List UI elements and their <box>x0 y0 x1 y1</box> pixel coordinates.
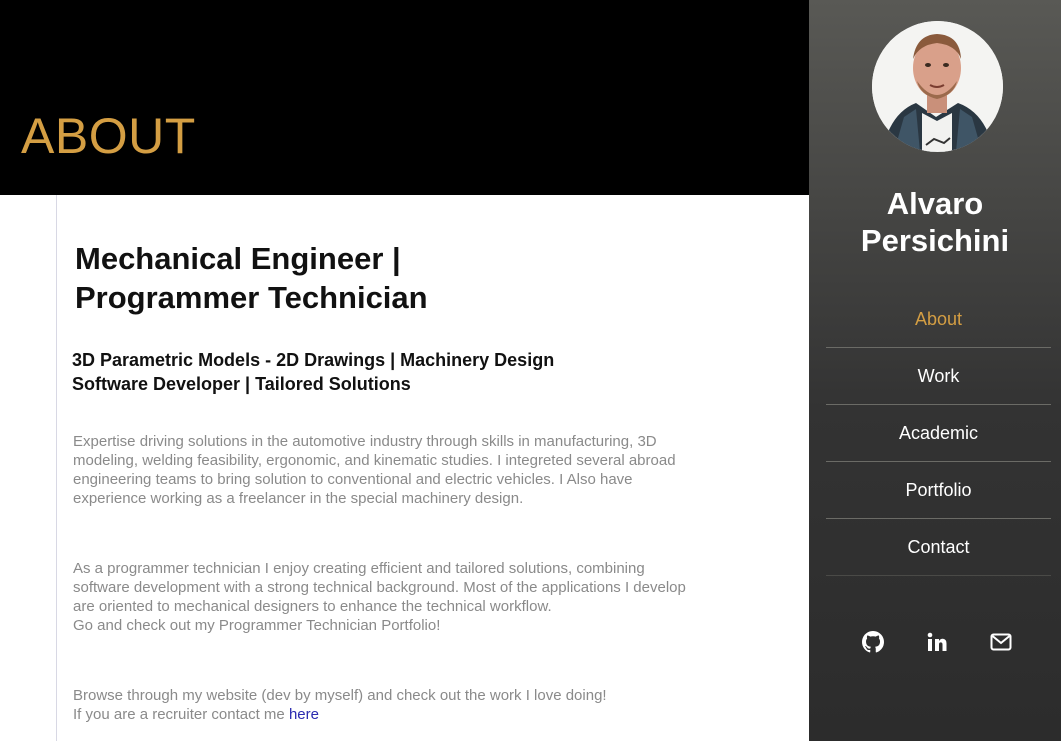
browse-paragraph: Browse through my website (dev by myself… <box>73 686 693 724</box>
profile-name: Alvaro Persichini <box>809 185 1061 259</box>
avatar <box>872 21 1003 152</box>
main-nav: About Work Academic Portfolio Contact <box>826 291 1051 576</box>
linkedin-icon[interactable] <box>925 630 949 654</box>
programmer-paragraph-text: As a programmer technician I enjoy creat… <box>73 560 686 615</box>
github-icon[interactable] <box>861 630 885 654</box>
portfolio-callout: Go and check out my Programmer Technicia… <box>73 617 441 634</box>
nav-item-contact[interactable]: Contact <box>826 519 1051 576</box>
subheadline-line-2: Software Developer | Tailored Solutions <box>72 374 411 394</box>
profile-last-name: Persichini <box>860 223 1010 258</box>
headline-line-2: Programmer Technician <box>75 280 428 315</box>
programmer-paragraph: As a programmer technician I enjoy creat… <box>73 559 693 635</box>
nav-item-academic[interactable]: Academic <box>826 405 1051 462</box>
headline-line-1: Mechanical Engineer | <box>75 241 401 276</box>
subheadline: 3D Parametric Models - 2D Drawings | Mac… <box>72 348 554 396</box>
page-title: ABOUT <box>21 108 196 164</box>
browse-text: Browse through my website (dev by myself… <box>73 687 607 704</box>
profile-first-name: Alvaro <box>886 186 984 221</box>
headline: Mechanical Engineer | Programmer Technic… <box>75 239 428 317</box>
subheadline-line-1: 3D Parametric Models - 2D Drawings | Mac… <box>72 350 555 370</box>
intro-paragraph: Expertise driving solutions in the autom… <box>73 433 676 507</box>
nav-item-work[interactable]: Work <box>826 348 1051 405</box>
sidebar: Alvaro Persichini About Work Academic Po… <box>809 0 1061 741</box>
about-content: Mechanical Engineer | Programmer Technic… <box>56 195 810 741</box>
hero-banner: ABOUT <box>0 0 809 195</box>
recruiter-text: If you are a recruiter contact me <box>73 706 289 723</box>
avatar-portrait <box>872 21 1003 152</box>
nav-item-portfolio[interactable]: Portfolio <box>826 462 1051 519</box>
nav-item-about[interactable]: About <box>826 291 1051 348</box>
mail-icon[interactable] <box>989 630 1013 654</box>
contact-here-link[interactable]: here <box>289 706 319 723</box>
